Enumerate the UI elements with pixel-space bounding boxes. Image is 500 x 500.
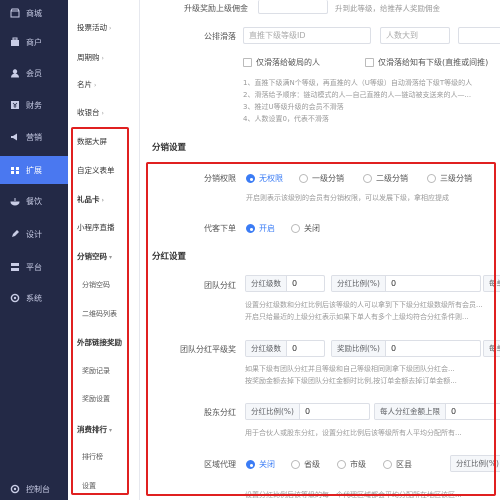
platform-icon [10,262,20,272]
nav-item-marketing[interactable]: 营销 [0,124,68,150]
nav-item-shop[interactable]: 商城 [0,0,68,26]
nav-label: 商户 [26,37,42,47]
check-slide-broken[interactable]: 仅滑落给破局的人 [243,57,320,68]
upgrade-reward-input[interactable] [258,0,328,14]
upgrade-reward-label: 升级奖励上级佣金 [184,4,248,13]
nav-item-extension[interactable]: 扩展 [0,156,68,184]
nav-item-console[interactable]: 控制台 [0,476,68,500]
highlight-box-subnav [71,127,129,495]
subnav-item[interactable]: 周期购 › [77,52,104,63]
nav-item-catering[interactable]: 餐饮 [0,188,68,214]
catering-icon [10,196,20,206]
chevron-right-icon: › [101,110,104,117]
slide-note: 3、推过U等级升级的会员不滑落 [243,103,344,111]
upgrade-reward-hint: 升到此等级，给推荐人奖励佣金 [335,4,440,13]
design-icon [10,229,20,239]
slide-label: 公排滑落 [204,32,236,41]
extension-icon [10,165,20,175]
nav-label: 餐饮 [26,196,42,206]
checkbox-icon [365,58,374,67]
main-sidebar: 商城 商户 会员 财务 营销 扩展 餐饮 设计 平台 系统 控制台 [0,0,68,500]
chevron-right-icon: › [101,55,104,62]
checkbox-icon [243,58,252,67]
shop-icon [10,8,20,18]
system-icon [10,293,20,303]
nav-label: 系统 [26,293,42,303]
console-icon [10,484,20,494]
nav-label: 会员 [26,68,42,78]
check-slide-has-sub[interactable]: 仅滑落给知有下级(直推或间推) [365,57,488,68]
nav-label: 扩展 [26,165,42,175]
nav-label: 平台 [26,262,42,272]
nav-label: 商城 [26,8,42,18]
slide-extra-input[interactable] [458,27,500,44]
slide-note: 1、直推下级满N个等级，再直推的人（U等级）自动滑落给下级T等级的人 [243,79,473,87]
member-icon [10,68,20,78]
finance-icon [10,100,20,110]
chevron-right-icon: › [94,82,97,89]
nav-item-system[interactable]: 系统 [0,285,68,311]
slide-count-input[interactable]: 人数大到 [380,27,450,44]
slide-note: 4、人数设置0，代表不滑落 [243,115,329,123]
nav-item-finance[interactable]: 财务 [0,92,68,118]
nav-item-design[interactable]: 设计 [0,221,68,247]
slide-level-input[interactable]: 直推下级等级ID [243,27,371,44]
nav-label: 设计 [26,229,42,239]
marketing-icon [10,132,20,142]
chevron-right-icon: › [109,25,112,32]
subnav-item[interactable]: 收银台 › [77,107,104,118]
nav-label: 控制台 [26,484,50,494]
nav-label: 营销 [26,132,42,142]
nav-label: 财务 [26,100,42,110]
merchant-icon [10,37,20,47]
nav-item-merchant[interactable]: 商户 [0,29,68,55]
subnav-item[interactable]: 投票活动 › [77,22,111,33]
subnav-item[interactable]: 名片 › [77,79,96,90]
app-root: 商城 商户 会员 财务 营销 扩展 餐饮 设计 平台 系统 控制台 投票活动 ›… [0,0,500,500]
nav-item-member[interactable]: 会员 [0,60,68,86]
slide-note: 2、滑落给予顺序：链动模式的人—自己直推的人—链动被支送来的人—... [243,91,472,99]
highlight-box-settings [146,162,496,496]
nav-item-platform[interactable]: 平台 [0,254,68,280]
distribution-section-title: 分销设置 [152,143,187,153]
